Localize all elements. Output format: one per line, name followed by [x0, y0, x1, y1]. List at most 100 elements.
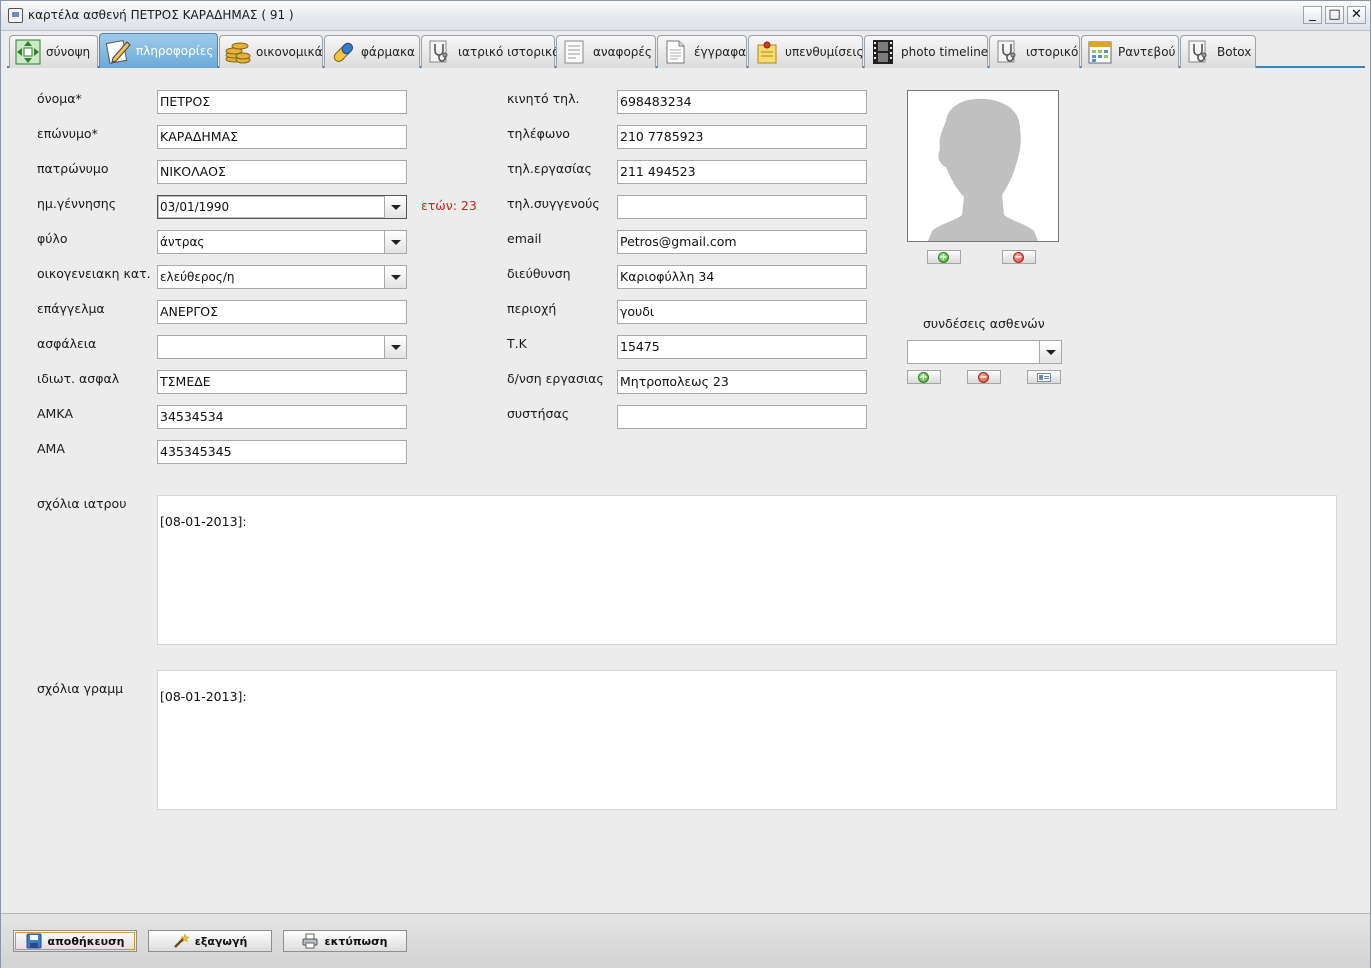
tab-label: οικονομικά	[256, 45, 323, 59]
tab-documents[interactable]: έγγραφα	[657, 35, 747, 68]
tab-botox[interactable]: Botox	[1180, 35, 1256, 68]
person-silhouette-icon	[928, 98, 1038, 241]
tab-photo-timeline[interactable]: photo timeline	[864, 35, 988, 68]
coins-icon	[224, 39, 251, 66]
chevron-down-icon[interactable]	[384, 336, 406, 358]
film-strip-icon	[869, 39, 896, 66]
tab-medical-history[interactable]: ιατρικό ιστορικό	[421, 35, 559, 68]
marital-status-select[interactable]: ελεύθερος/η	[157, 265, 407, 289]
save-button[interactable]: αποθήκευση	[13, 930, 137, 952]
amka-field[interactable]: 34534534	[157, 405, 407, 429]
email-field[interactable]: Petros@gmail.com	[617, 230, 867, 254]
insurance-label: ασφάλεια	[37, 336, 97, 351]
open-linked-patient-button[interactable]	[1027, 370, 1061, 384]
minimize-button[interactable]: _	[1303, 6, 1322, 24]
app-window-icon	[8, 8, 23, 23]
minus-icon: −	[978, 372, 989, 383]
print-button[interactable]: εκτύπωση	[283, 930, 407, 952]
tab-history[interactable]: ιστορικό	[989, 35, 1080, 68]
minus-icon: −	[1013, 252, 1024, 263]
tab-label: Botox	[1217, 45, 1252, 59]
address-field[interactable]: Καριοφύλλη 34	[617, 265, 867, 289]
relative-phone-field[interactable]	[617, 195, 867, 219]
mobile-phone-field[interactable]: 698483234	[617, 90, 867, 114]
edit-pencil-icon	[104, 38, 131, 65]
add-photo-button[interactable]: +	[927, 250, 961, 264]
tab-label: ιατρικό ιστορικό	[458, 45, 560, 59]
first-name-field[interactable]: ΠΕΤΡΟΣ	[157, 90, 407, 114]
title-bar: καρτέλα ασθενή ΠΕΤΡΟΣ ΚΑΡΑΔΗΜΑΣ ( 91 ) _…	[1, 1, 1370, 31]
marital-status-value: ελεύθερος/η	[160, 270, 235, 284]
occupation-field[interactable]: ΑΝΕΡΓΟΣ	[157, 300, 407, 324]
phone-label: τηλέφωνο	[507, 126, 570, 141]
chevron-down-icon[interactable]	[384, 196, 406, 218]
overview-arrows-icon	[14, 39, 41, 66]
report-sheet-icon	[561, 39, 588, 66]
secretary-notes-textarea[interactable]: [08-01-2013]:	[157, 670, 1337, 810]
bottom-toolbar: αποθήκευση εξαγωγή εκτύπωση	[1, 913, 1370, 968]
area-field[interactable]: γουδι	[617, 300, 867, 324]
add-link-button[interactable]: +	[907, 370, 941, 384]
private-insurance-label: ιδιωτ. ασφαλ	[37, 371, 120, 386]
tab-reports[interactable]: αναφορές	[556, 35, 656, 68]
tab-label: υπενθυμίσεις	[785, 45, 864, 59]
gender-select[interactable]: άντρας	[157, 230, 407, 254]
printer-icon	[302, 933, 318, 949]
work-phone-label: τηλ.εργασίας	[507, 161, 592, 176]
tab-reminders[interactable]: υπενθυμίσεις	[748, 35, 864, 68]
chevron-down-icon[interactable]	[384, 231, 406, 253]
stethoscope-icon	[1185, 39, 1212, 66]
close-button[interactable]: ✕	[1347, 6, 1366, 24]
tab-label: έγγραφα	[694, 45, 747, 59]
address-label: διεύθυνση	[507, 266, 571, 281]
remove-photo-button[interactable]: −	[1002, 250, 1036, 264]
email-label: email	[507, 231, 542, 246]
tab-label: αναφορές	[593, 45, 652, 59]
insurance-select[interactable]	[157, 335, 407, 359]
birthdate-value: 03/01/1990	[160, 200, 230, 214]
work-address-field[interactable]: Μητροπολεως 23	[617, 370, 867, 394]
ama-label: ΑΜΑ	[37, 441, 65, 456]
tab-label: σύνοψη	[46, 45, 91, 59]
patient-photo[interactable]	[907, 90, 1059, 242]
mobile-phone-label: κινητό τηλ.	[507, 91, 580, 106]
tab-strip: σύνοψη πληροφορίες οικονομικά φάρμακα ια…	[7, 32, 1365, 68]
magic-wand-icon	[173, 933, 189, 949]
last-name-field[interactable]: ΚΑΡΑΔΗΜΑΣ	[157, 125, 407, 149]
occupation-label: επάγγελμα	[37, 301, 105, 316]
last-name-label: επώνυμο*	[37, 126, 98, 141]
tab-label: πληροφορίες	[136, 44, 214, 58]
patient-links-select[interactable]	[907, 340, 1062, 364]
plus-icon: +	[918, 372, 929, 383]
sticky-note-icon	[753, 39, 780, 66]
tab-appointments[interactable]: Ραντεβού	[1081, 35, 1179, 68]
stethoscope-icon	[426, 39, 453, 66]
patient-links-title: συνδέσεις ασθενών	[923, 316, 1045, 331]
info-panel: όνομα* ΠΕΤΡΟΣ επώνυμο* ΚΑΡΑΔΗΜΑΣ πατρώνυ…	[7, 70, 1367, 910]
calendar-icon	[1086, 39, 1113, 66]
phone-field[interactable]: 210 7785923	[617, 125, 867, 149]
doctor-notes-textarea[interactable]: [08-01-2013]:	[157, 495, 1337, 645]
birthdate-picker[interactable]: 03/01/1990	[157, 195, 407, 219]
maximize-button[interactable]: □	[1325, 6, 1344, 24]
postal-code-field[interactable]: 15475	[617, 335, 867, 359]
remove-link-button[interactable]: −	[967, 370, 1001, 384]
chevron-down-icon[interactable]	[1039, 341, 1061, 363]
tab-label: φάρμακα	[361, 45, 415, 59]
work-phone-field[interactable]: 211 494523	[617, 160, 867, 184]
document-icon	[662, 39, 689, 66]
chevron-down-icon[interactable]	[384, 266, 406, 288]
tab-info[interactable]: πληροφορίες	[99, 33, 218, 68]
tab-medicines[interactable]: φάρμακα	[324, 35, 420, 68]
export-button[interactable]: εξαγωγή	[148, 930, 272, 952]
first-name-label: όνομα*	[37, 91, 82, 106]
postal-code-label: Τ.Κ	[507, 336, 527, 351]
private-insurance-field[interactable]: ΤΣΜΕΔΕ	[157, 370, 407, 394]
save-label: αποθήκευση	[47, 934, 125, 948]
tab-finance[interactable]: οικονομικά	[219, 35, 323, 68]
tab-overview[interactable]: σύνοψη	[9, 35, 98, 68]
birthdate-label: ημ.γέννησης	[37, 196, 117, 211]
fathers-name-field[interactable]: ΝΙΚΟΛΑΟΣ	[157, 160, 407, 184]
referrer-field[interactable]	[617, 405, 867, 429]
ama-field[interactable]: 435345345	[157, 440, 407, 464]
